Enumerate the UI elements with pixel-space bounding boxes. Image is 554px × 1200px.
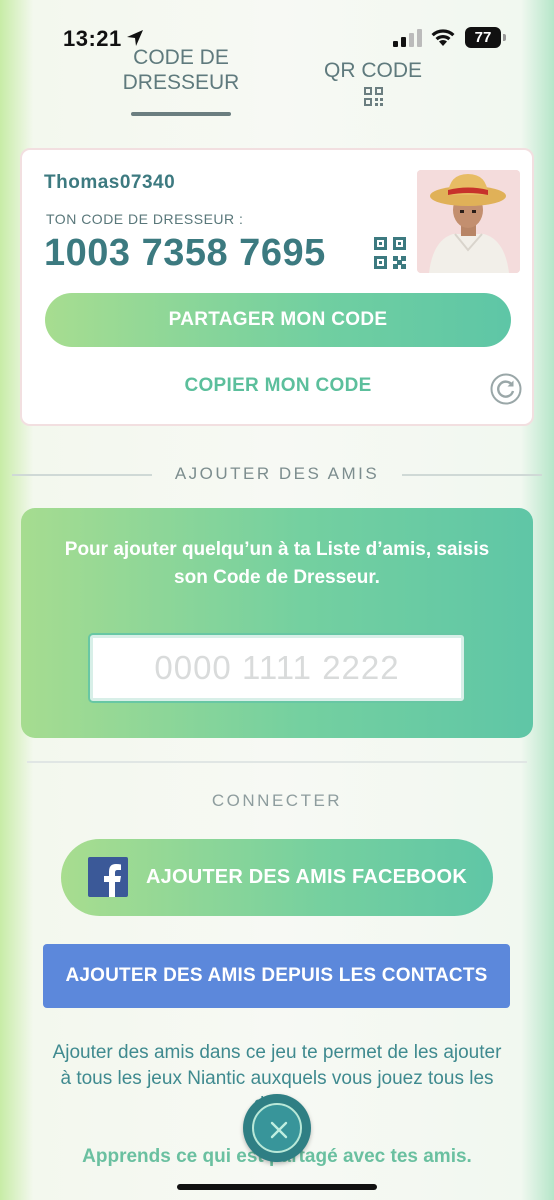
add-friends-heading: AJOUTER DES AMIS [174, 464, 380, 483]
add-facebook-friends-label: AJOUTER DES AMIS FACEBOOK [146, 866, 467, 888]
close-button-inner [252, 1103, 302, 1153]
close-button[interactable] [243, 1094, 311, 1162]
add-friend-panel: Pour ajouter quelqu’un à ta Liste d’amis… [21, 508, 533, 738]
tab-trainer-code[interactable]: CODE DE DRESSEUR [118, 45, 244, 95]
add-contacts-friends-button[interactable]: AJOUTER DES AMIS DEPUIS LES CONTACTS [43, 944, 510, 1008]
cellular-signal-icon [393, 29, 422, 47]
battery-indicator: 77 [465, 27, 507, 48]
battery-level: 77 [465, 27, 501, 48]
trainer-code-value: 1003 7358 7695 [44, 232, 326, 274]
facebook-icon [88, 857, 128, 897]
divider [27, 761, 527, 763]
qr-code-icon[interactable] [374, 237, 406, 269]
add-facebook-friends-button[interactable]: AJOUTER DES AMIS FACEBOOK [61, 839, 493, 916]
qr-code-icon [364, 87, 383, 106]
close-icon [270, 1121, 288, 1139]
trainer-code-label: TON CODE DE DRESSEUR : [46, 211, 244, 227]
connect-heading: CONNECTER [211, 791, 343, 810]
add-friends-divider: AJOUTER DES AMIS [12, 460, 542, 490]
wifi-icon [431, 29, 455, 46]
battery-tip [503, 34, 506, 41]
refresh-icon[interactable] [490, 373, 522, 405]
share-code-button[interactable]: PARTAGER MON CODE [45, 293, 511, 347]
status-bar: 13:21 77 [0, 0, 554, 60]
copy-code-button[interactable]: COPIER MON CODE [22, 375, 534, 397]
trainer-username: Thomas07340 [44, 172, 176, 193]
tab-qr-code[interactable]: QR CODE [310, 58, 436, 83]
status-time: 13:21 [63, 26, 122, 51]
add-friend-instructions: Pour ajouter quelqu’un à ta Liste d’amis… [64, 539, 490, 588]
home-indicator [177, 1184, 377, 1190]
active-tab-indicator [131, 112, 231, 116]
friend-code-input[interactable] [90, 635, 464, 701]
avatar-illustration [417, 170, 520, 273]
trainer-card: Thomas07340 TON CODE DE DRESSEUR : 1003 … [20, 148, 534, 426]
trainer-avatar [417, 170, 520, 273]
